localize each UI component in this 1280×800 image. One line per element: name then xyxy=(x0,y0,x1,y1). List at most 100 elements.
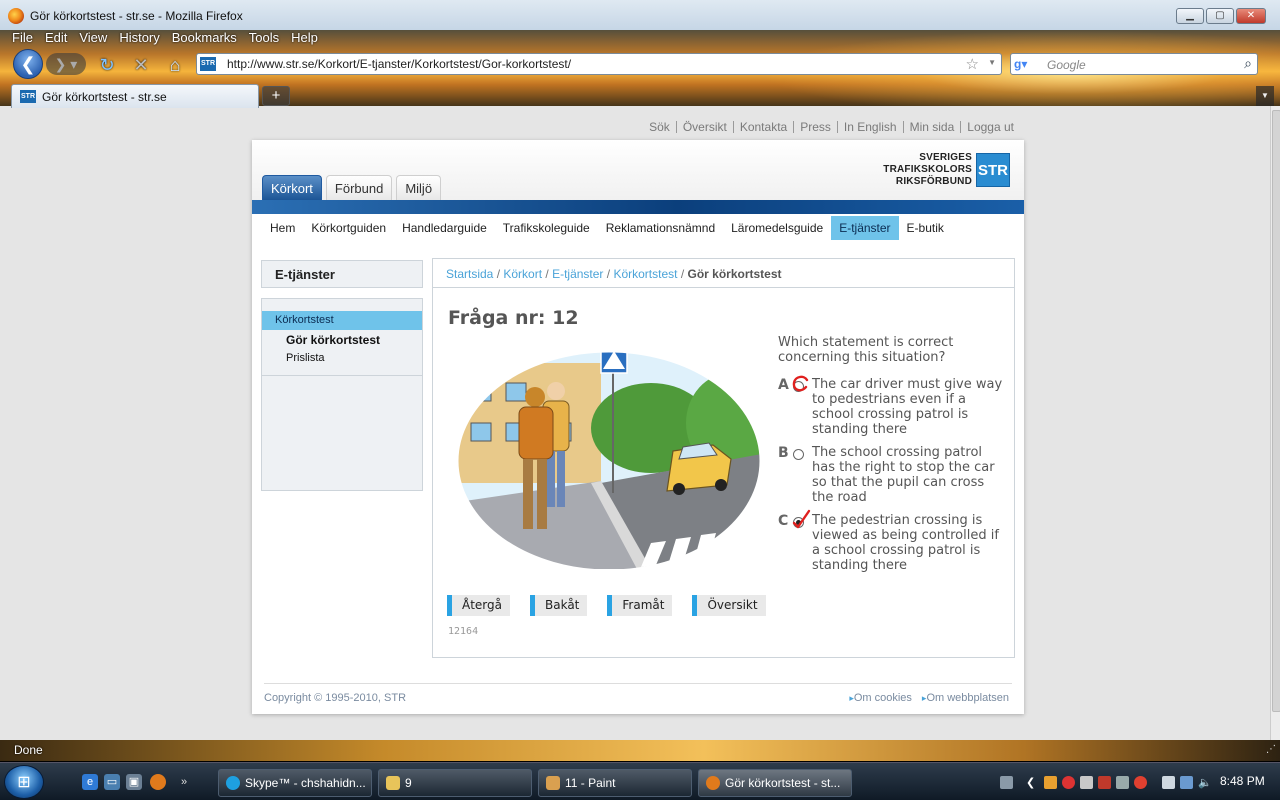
menu-edit[interactable]: Edit xyxy=(39,30,73,46)
subnav-trafikskoleguide[interactable]: Trafikskoleguide xyxy=(495,216,598,240)
tab-miljo[interactable]: Miljö xyxy=(396,175,442,200)
network-icon[interactable] xyxy=(1180,776,1193,789)
link-om-cookies[interactable]: Om cookies xyxy=(849,692,912,704)
search-input[interactable]: Google xyxy=(1047,58,1086,72)
clock[interactable]: 8:48 PM xyxy=(1220,774,1265,788)
back-arrow-icon: ❮ xyxy=(20,53,36,74)
sidebar-divider xyxy=(262,375,422,376)
minimize-button[interactable]: ▁ xyxy=(1176,8,1204,24)
taskbar-label: Skype™ - chshahidn... xyxy=(245,776,366,790)
firefox-quicklaunch-icon[interactable] xyxy=(150,774,166,790)
vertical-scrollbar[interactable] xyxy=(1270,106,1280,740)
window-controls: ▁ ▢ ✕ xyxy=(1176,8,1266,24)
atergå-button[interactable]: Återgå xyxy=(447,595,510,616)
tray-expand-icon[interactable]: ❮ xyxy=(1026,776,1039,789)
breadcrumb: Startsida / Körkort / E-tjänster / Körko… xyxy=(446,267,782,281)
tray-app-icon[interactable] xyxy=(1080,776,1093,789)
logo-mark: STR xyxy=(976,153,1010,187)
crumb-startsida[interactable]: Startsida xyxy=(446,267,493,281)
answer-text[interactable]: The school crossing patrol has the right… xyxy=(812,445,1004,505)
link-kontakta[interactable]: Kontakta xyxy=(734,121,795,133)
tab-active[interactable]: STR Gör körkortstest - str.se xyxy=(11,84,259,108)
show-desktop-icon[interactable]: ▭ xyxy=(104,774,120,790)
menu-file[interactable]: File xyxy=(0,30,39,46)
tray-app-icon[interactable] xyxy=(1134,776,1147,789)
bakat-button[interactable]: Bakåt xyxy=(530,595,588,616)
google-icon[interactable]: g▾ xyxy=(1014,57,1030,71)
site-identity-icon[interactable]: STR xyxy=(200,57,216,71)
link-oversikt[interactable]: Översikt xyxy=(677,121,734,133)
menu-help[interactable]: Help xyxy=(285,30,324,46)
bookmark-star-icon[interactable]: ☆ xyxy=(966,55,979,73)
back-button[interactable]: ❮ xyxy=(13,49,43,79)
firefox-icon xyxy=(8,8,24,24)
tab-forbund[interactable]: Förbund xyxy=(325,175,393,200)
subnav-reklamationsnamnd[interactable]: Reklamationsnämnd xyxy=(598,216,723,240)
reload-icon[interactable]: ↻ xyxy=(96,54,118,76)
ie-icon[interactable]: e xyxy=(82,774,98,790)
crumb-korkort[interactable]: Körkort xyxy=(503,267,542,281)
link-in-english[interactable]: In English xyxy=(838,121,904,133)
tray-app-icon[interactable] xyxy=(1044,776,1057,789)
keyboard-icon[interactable] xyxy=(1000,776,1013,789)
subnav-handledarguide[interactable]: Handledarguide xyxy=(394,216,495,240)
taskbar-paint[interactable]: 11 - Paint xyxy=(538,769,692,797)
subnav-e-tjanster[interactable]: E-tjänster xyxy=(831,216,899,240)
url-text[interactable]: http://www.str.se/Korkort/E-tjanster/Kor… xyxy=(227,57,571,71)
forward-button[interactable]: ❯ ▾ xyxy=(46,53,86,75)
subnav-korkortguiden[interactable]: Körkortguiden xyxy=(303,216,394,240)
link-sok[interactable]: Sök xyxy=(643,121,677,133)
usb-icon[interactable] xyxy=(1162,776,1175,789)
tab-label[interactable]: Gör körkortstest - str.se xyxy=(42,90,167,104)
taskbar-skype[interactable]: Skype™ - chshahidn... xyxy=(218,769,372,797)
link-om-webbplatsen[interactable]: Om webbplatsen xyxy=(922,692,1009,704)
taskbar-label: 11 - Paint xyxy=(565,776,616,790)
new-tab-button[interactable]: + xyxy=(262,86,290,106)
search-icon[interactable]: ⌕ xyxy=(1244,55,1252,72)
maximize-button[interactable]: ▢ xyxy=(1206,8,1234,24)
oversikt-button[interactable]: Översikt xyxy=(692,595,766,616)
tab-list-button[interactable]: ▼ xyxy=(1256,86,1274,106)
antivirus-icon[interactable] xyxy=(1062,776,1075,789)
menu-history[interactable]: History xyxy=(113,30,165,46)
crumb-e-tjanster[interactable]: E-tjänster xyxy=(552,267,603,281)
question-title: Fråga nr: 12 xyxy=(448,307,579,329)
sidebar-item-korkortstest[interactable]: Körkortstest xyxy=(262,311,422,330)
tray-app-icon[interactable] xyxy=(1098,776,1111,789)
volume-icon[interactable]: 🔈 xyxy=(1198,776,1212,789)
url-dropdown-icon[interactable]: ▼ xyxy=(988,58,996,67)
subnav-laromedelsguide[interactable]: Läromedelsguide xyxy=(723,216,831,240)
switch-windows-icon[interactable]: ▣ xyxy=(126,774,142,790)
crumb-separator: / xyxy=(680,267,688,281)
answer-radio[interactable] xyxy=(793,449,804,460)
search-bar[interactable]: g▾ Google ⌕ xyxy=(1010,53,1258,75)
address-bar[interactable]: STR http://www.str.se/Korkort/E-tjanster… xyxy=(196,53,1002,75)
link-press[interactable]: Press xyxy=(794,121,838,133)
resize-grip-icon[interactable]: ⋰ xyxy=(1266,744,1276,755)
sidebar-item-gor-korkortstest[interactable]: Gör körkortstest xyxy=(262,332,422,348)
menu-tools[interactable]: Tools xyxy=(243,30,285,46)
close-button[interactable]: ✕ xyxy=(1236,8,1266,24)
link-min-sida[interactable]: Min sida xyxy=(904,121,962,133)
sub-navigation: Hem Körkortguiden Handledarguide Trafiks… xyxy=(262,216,952,240)
tray-app-icon[interactable] xyxy=(1116,776,1129,789)
str-logo[interactable]: SVERIGES TRAFIKSKOLORS RIKSFÖRBUND STR xyxy=(883,152,1010,188)
answer-text[interactable]: The car driver must give way to pedestri… xyxy=(812,377,1004,437)
sidebar-item-prislista[interactable]: Prislista xyxy=(262,350,422,366)
menu-view[interactable]: View xyxy=(73,30,113,46)
status-text: Done xyxy=(14,743,43,757)
taskbar-firefox[interactable]: Gör körkortstest - st... xyxy=(698,769,852,797)
crumb-korkortstest[interactable]: Körkortstest xyxy=(613,267,677,281)
start-button[interactable]: ⊞ xyxy=(4,765,44,799)
framat-button[interactable]: Framåt xyxy=(607,595,673,616)
taskbar-folder-9[interactable]: 9 xyxy=(378,769,532,797)
answer-text[interactable]: The pedestrian crossing is viewed as bei… xyxy=(812,513,1004,573)
menu-bookmarks[interactable]: Bookmarks xyxy=(166,30,243,46)
subnav-e-butik[interactable]: E-butik xyxy=(899,216,952,240)
subnav-hem[interactable]: Hem xyxy=(262,216,303,240)
stop-icon[interactable]: ✕ xyxy=(130,54,152,76)
tab-korkort[interactable]: Körkort xyxy=(262,175,322,200)
link-logga-ut[interactable]: Logga ut xyxy=(961,121,1020,133)
quicklaunch-overflow-icon[interactable]: » xyxy=(176,774,192,790)
home-icon[interactable]: ⌂ xyxy=(164,54,186,76)
